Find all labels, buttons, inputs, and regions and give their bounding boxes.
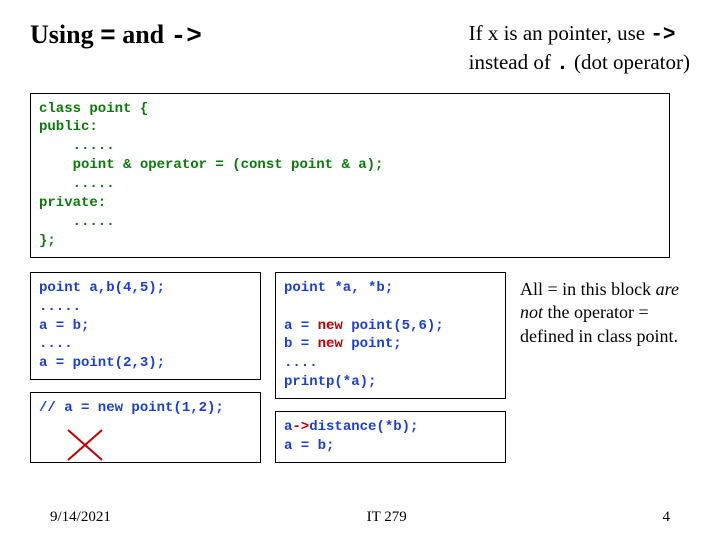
note-text-3: (dot operator) xyxy=(569,50,690,74)
mid1-l4b: new xyxy=(318,336,343,352)
mid2-l1c: distance(*b); xyxy=(309,419,418,435)
mid2-l2: a = b; xyxy=(284,438,334,454)
mid1-l4a: b = xyxy=(284,336,318,352)
mid1-l4c: point; xyxy=(343,336,402,352)
mid1-l1: point *a, *b; xyxy=(284,280,393,296)
note-arrow: -> xyxy=(650,24,675,47)
middle-column: point *a, *b; a = new point(5,6); b = ne… xyxy=(275,272,506,463)
code-row: point a,b(4,5); ..... a = b; .... a = po… xyxy=(30,272,690,463)
header: Using = and -> If x is an pointer, use -… xyxy=(30,20,690,79)
title-text-2: and xyxy=(116,20,171,49)
left-code-1: point a,b(4,5); ..... a = b; .... a = po… xyxy=(39,280,165,372)
note-text-2: instead of xyxy=(469,50,556,74)
mid1-l3b: new xyxy=(318,318,343,334)
left-code-2: // a = new point(1,2); xyxy=(39,400,224,416)
slide-title: Using = and -> xyxy=(30,20,202,51)
code-class-definition: class point { public: ..... point & oper… xyxy=(30,93,670,258)
note-text-1: If x is an pointer, use xyxy=(469,21,651,45)
code-left-commented: // a = new point(1,2); xyxy=(30,392,261,463)
code-top: class point { public: ..... point & oper… xyxy=(39,101,383,249)
mid2-l1b: -> xyxy=(292,419,309,435)
footer-page: 4 xyxy=(662,509,670,526)
title-arrow: -> xyxy=(171,21,202,51)
footer: 9/14/2021 IT 279 4 xyxy=(0,509,720,526)
footer-date: 9/14/2021 xyxy=(50,509,111,526)
right-note: All = in this block are not the operator… xyxy=(520,272,690,463)
title-text-1: Using xyxy=(30,20,100,49)
mid1-l3a: a = xyxy=(284,318,318,334)
note-dot: . xyxy=(556,53,569,76)
code-mid-arrow: a->distance(*b); a = b; xyxy=(275,411,506,463)
mid1-l6: printp(*a); xyxy=(284,374,376,390)
slide: Using = and -> If x is an pointer, use -… xyxy=(0,0,720,540)
rnote-c: the operator = defined in class point. xyxy=(520,302,678,345)
mid1-l3c: point(5,6); xyxy=(343,318,444,334)
code-mid-pointer: point *a, *b; a = new point(5,6); b = ne… xyxy=(275,272,506,399)
footer-course: IT 279 xyxy=(367,509,407,526)
title-eq: = xyxy=(100,21,116,51)
header-note: If x is an pointer, use -> instead of . … xyxy=(469,20,690,79)
code-left-usage: point a,b(4,5); ..... a = b; .... a = po… xyxy=(30,272,261,380)
mid1-l5: .... xyxy=(284,355,318,371)
rnote-a: All = in this block xyxy=(520,279,656,299)
left-column: point a,b(4,5); ..... a = b; .... a = po… xyxy=(30,272,261,463)
